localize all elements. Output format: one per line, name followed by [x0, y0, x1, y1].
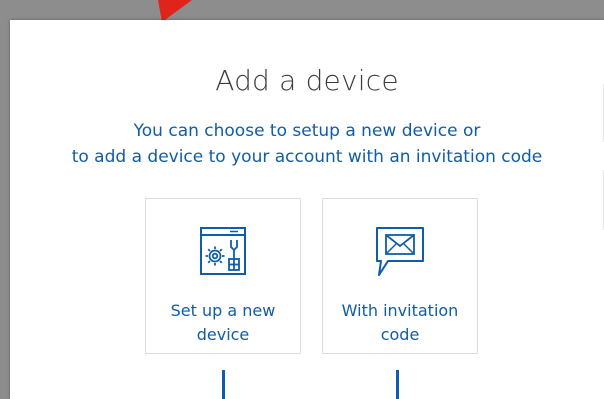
set-up-new-device-label: Set up a new device	[146, 299, 300, 347]
option-label-line-2: code	[380, 325, 420, 344]
device-setup-icon	[200, 227, 246, 275]
option-label-line-2: device	[196, 325, 250, 344]
dialog-title: Add a device	[215, 64, 399, 97]
with-invitation-code-label: With invitation code	[323, 299, 477, 347]
option-label-line-1: Set up a new	[170, 301, 276, 320]
connector-line	[222, 370, 225, 399]
dialog-subtitle: You can choose to setup a new device or …	[10, 118, 604, 170]
connector-line	[396, 370, 399, 399]
set-up-new-device-option[interactable]: Set up a new device	[145, 198, 301, 354]
with-invitation-code-option[interactable]: With invitation code	[322, 198, 478, 354]
annotation-arrow-icon	[158, 0, 192, 22]
subtitle-line-2: to add a device to your account with an …	[71, 147, 543, 167]
invitation-message-icon	[376, 227, 424, 276]
subtitle-line-1: You can choose to setup a new device or	[133, 121, 481, 141]
option-label-line-1: With invitation	[341, 301, 459, 320]
add-device-dialog: Add a device You can choose to setup a n…	[10, 20, 604, 399]
